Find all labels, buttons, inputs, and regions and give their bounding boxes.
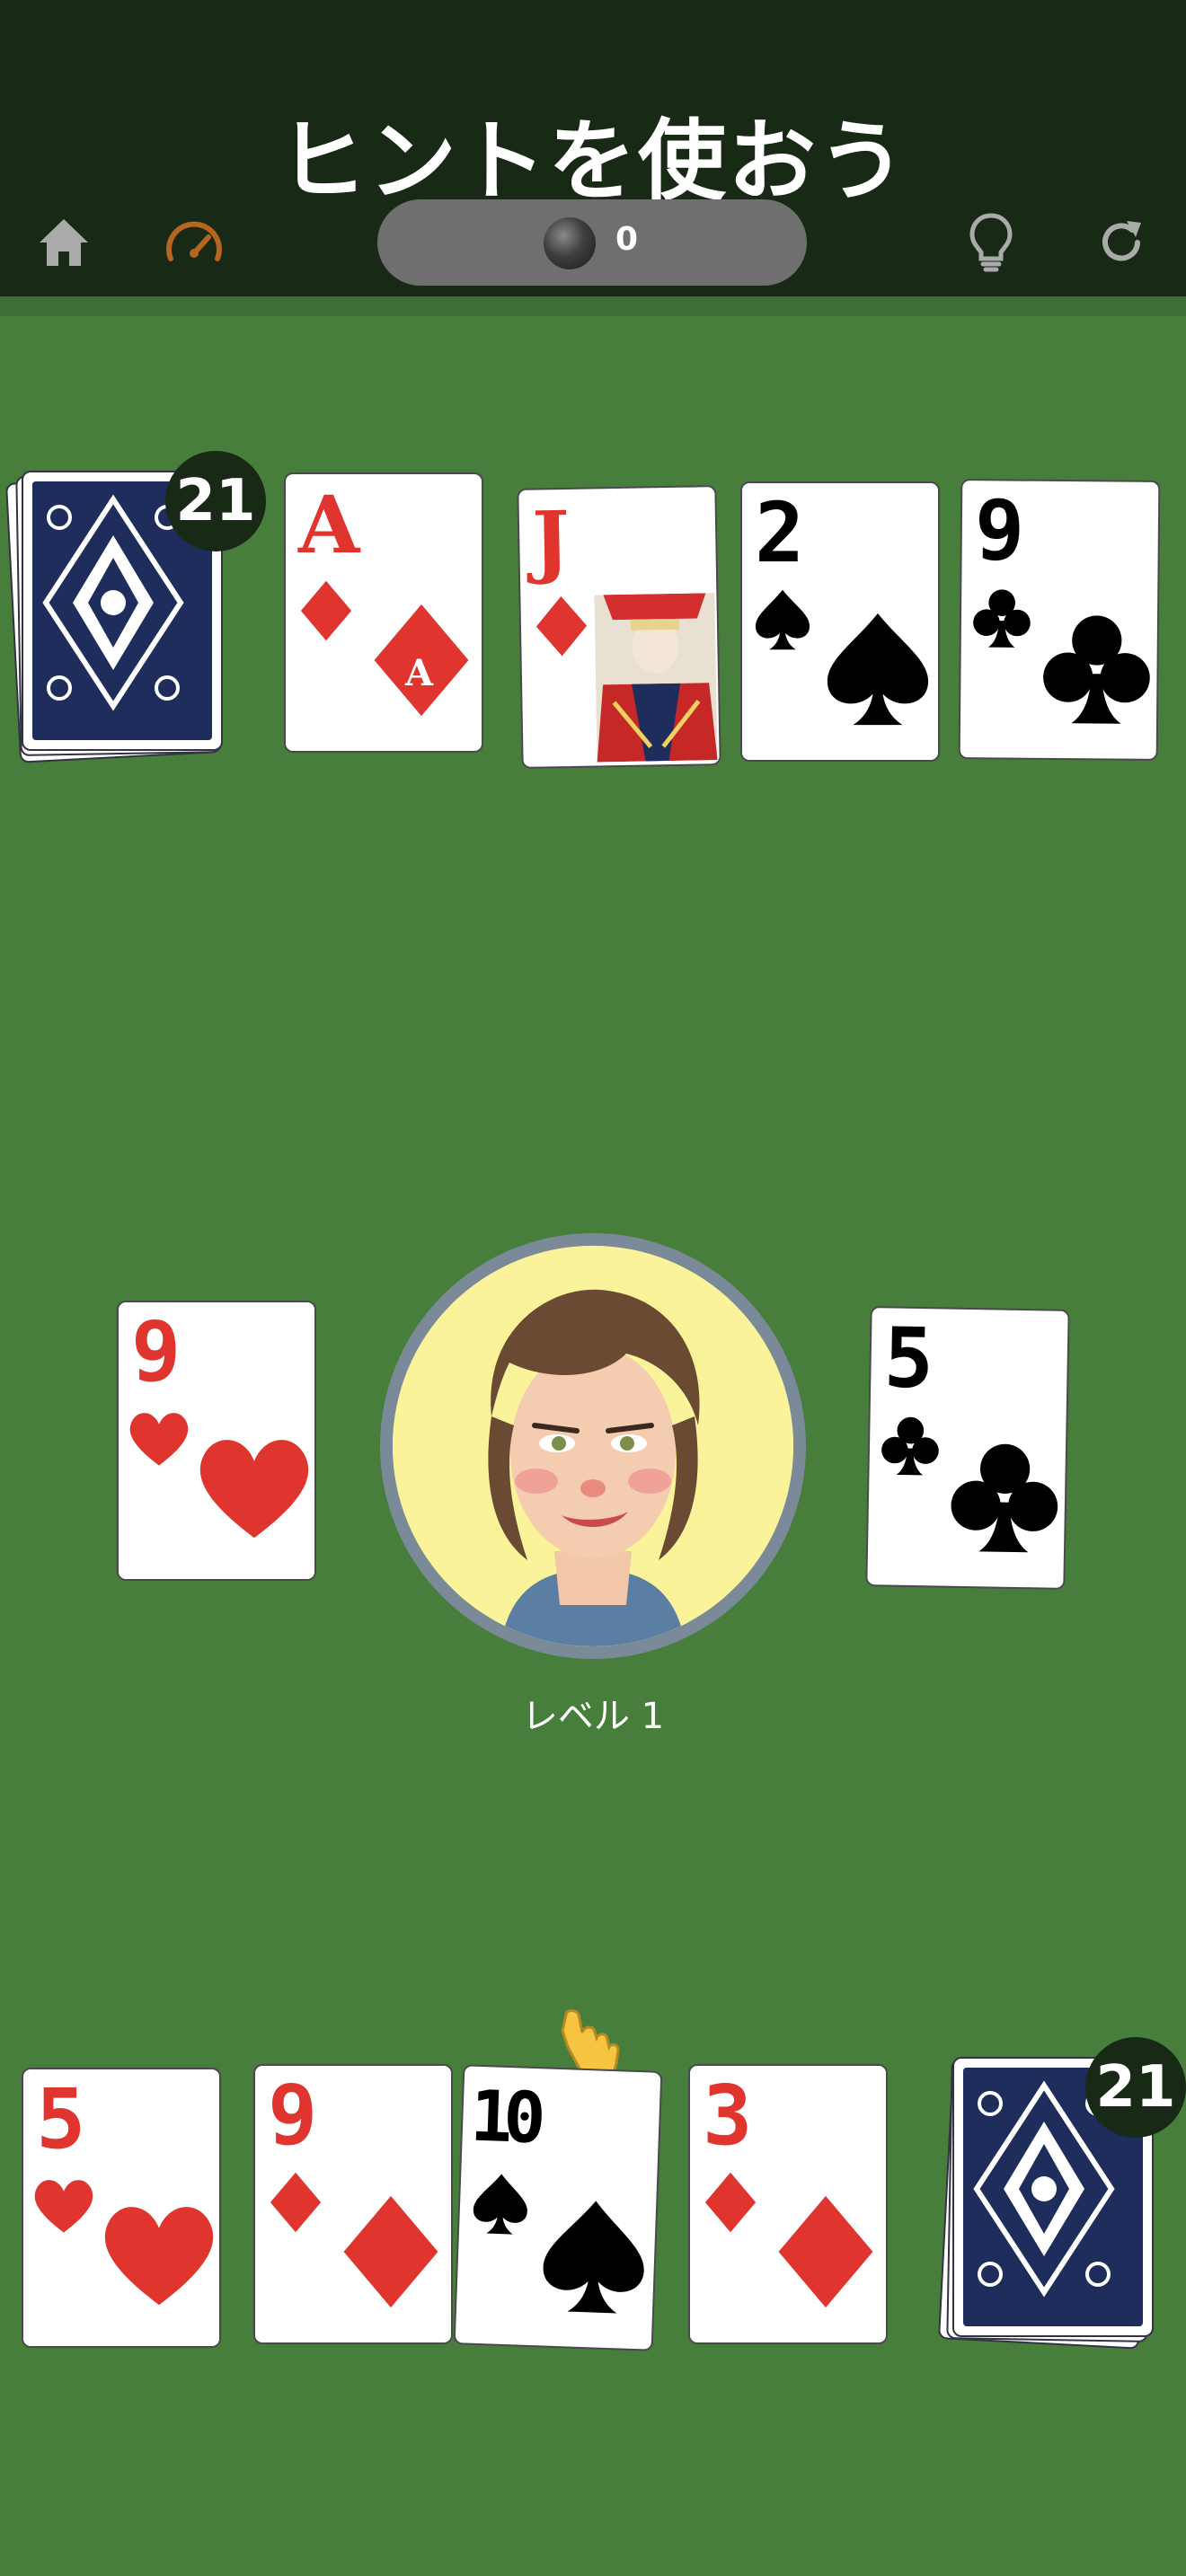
top-bar: ヒントを使おう 0: [0, 0, 1186, 296]
player-card-hinted[interactable]: 10: [453, 2064, 663, 2351]
diamond-suit-icon: [329, 2190, 453, 2314]
opponent-card: A A: [284, 472, 483, 753]
coin-counter: 0: [377, 199, 807, 286]
opponent-deck-count: 21: [165, 451, 266, 551]
diamond-suit-icon: [764, 2190, 888, 2314]
level-label: レベル 1: [521, 1696, 665, 1737]
table-right-card: 5: [865, 1306, 1070, 1590]
heart-suit-icon: [31, 2173, 97, 2239]
club-suit-icon: [1034, 605, 1159, 730]
club-suit-icon: [876, 1411, 943, 1478]
player-card[interactable]: 5: [22, 2068, 221, 2348]
header-divider: [0, 296, 1186, 316]
player-deck-count: 21: [1085, 2037, 1186, 2138]
diamond-suit-icon: [527, 592, 595, 659]
opponent-card: J: [517, 485, 721, 769]
club-suit-icon: [969, 584, 1036, 651]
opponent-card: 2: [740, 481, 940, 762]
restart-icon[interactable]: [1094, 216, 1148, 269]
heart-suit-icon: [126, 1406, 192, 1472]
coin-icon: [544, 217, 596, 269]
spade-suit-icon: [530, 2192, 659, 2321]
player-card[interactable]: 9: [253, 2064, 453, 2344]
avatar-portrait: [393, 1246, 793, 1646]
spade-suit-icon: [816, 607, 940, 731]
spade-suit-icon: [466, 2169, 535, 2238]
coin-count: 0: [615, 221, 639, 258]
player-card[interactable]: 3: [688, 2064, 888, 2344]
spade-suit-icon: [749, 587, 816, 653]
opponent-avatar: [380, 1233, 806, 1659]
home-icon[interactable]: [36, 216, 92, 268]
speedometer-icon[interactable]: [164, 216, 225, 268]
diamond-suit-icon: [293, 578, 359, 644]
heart-suit-icon: [192, 1426, 316, 1550]
page-title: ヒントを使おう: [278, 110, 907, 213]
jack-face-illustration: [594, 593, 718, 763]
diamond-suit-icon: [697, 2169, 764, 2236]
opponent-card: 9: [958, 479, 1161, 761]
club-suit-icon: [942, 1434, 1067, 1559]
diamond-suit-icon: [262, 2169, 329, 2236]
lightbulb-icon[interactable]: [969, 212, 1013, 273]
table-left-card: 9: [117, 1301, 316, 1581]
heart-suit-icon: [97, 2193, 221, 2317]
